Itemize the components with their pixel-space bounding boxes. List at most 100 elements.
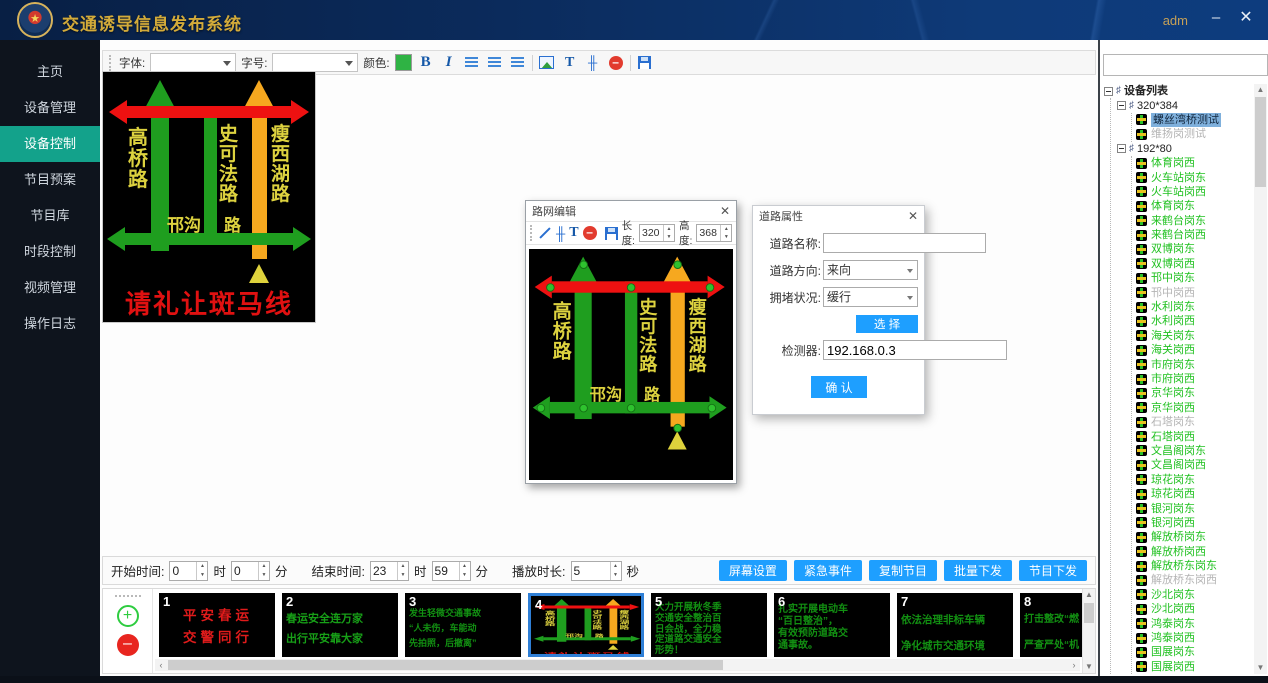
tree-device-琼花岗东[interactable]: 琼花岗东 bbox=[1136, 473, 1252, 487]
road-button[interactable]: ╫ bbox=[556, 224, 565, 242]
node-handle[interactable] bbox=[579, 403, 588, 412]
sidebar-item-时段控制[interactable]: 时段控制 bbox=[0, 234, 100, 270]
up-arrow-icon[interactable]: ▲ bbox=[197, 562, 207, 571]
tree-device-石塔岗东[interactable]: 石塔岗东 bbox=[1136, 415, 1252, 429]
tree-device-邗中岗西[interactable]: 邗中岗西 bbox=[1136, 285, 1252, 299]
height-value[interactable]: 368 bbox=[697, 225, 720, 241]
playlist-item-4[interactable]: 4高 桥 路史 可 法 路瘦 西 湖 路邗沟路请礼让斑马线 bbox=[528, 593, 644, 657]
align-center-button[interactable] bbox=[486, 54, 504, 72]
scroll-down-icon[interactable]: ▼ bbox=[1083, 661, 1095, 673]
down-arrow-icon[interactable]: ▼ bbox=[721, 233, 731, 241]
action-button-屏幕设置[interactable]: 屏幕设置 bbox=[719, 560, 787, 581]
action-button-复制节目[interactable]: 复制节目 bbox=[869, 560, 937, 581]
tree-device-解放桥岗东[interactable]: 解放桥岗东 bbox=[1136, 530, 1252, 544]
size-select[interactable] bbox=[272, 53, 358, 72]
save-button[interactable] bbox=[605, 224, 618, 242]
sidebar-item-操作日志[interactable]: 操作日志 bbox=[0, 306, 100, 342]
toolbar-grip[interactable] bbox=[115, 595, 141, 597]
playlist-item-1[interactable]: 1平安春运交警同行 bbox=[159, 593, 275, 657]
end-minute-stepper[interactable]: 59▲▼ bbox=[432, 561, 471, 581]
tree-device-京华岗西[interactable]: 京华岗西 bbox=[1136, 401, 1252, 415]
tree-device-解放桥东岗东[interactable]: 解放桥东岗东 bbox=[1136, 559, 1252, 573]
tree-device-市府岗东[interactable]: 市府岗东 bbox=[1136, 357, 1252, 371]
editor-canvas[interactable]: 高 桥 路史 可 法 路瘦 西 湖 路邗沟路 bbox=[529, 249, 733, 480]
sidebar-item-设备控制[interactable]: 设备控制 bbox=[0, 126, 100, 162]
down-arrow-icon[interactable]: ▼ bbox=[611, 571, 621, 580]
stepper-arrows[interactable]: ▲▼ bbox=[610, 562, 621, 580]
tree-group-320*384[interactable]: ♯320*384 bbox=[1117, 98, 1252, 112]
start-hour-value[interactable]: 0 bbox=[170, 562, 196, 580]
node-handle[interactable] bbox=[546, 283, 555, 292]
insert-text-button[interactable]: T bbox=[561, 54, 579, 72]
playlist-item-6[interactable]: 6扎实开展电动车“百日整治”，有效预防道路交通事故。 bbox=[774, 593, 890, 657]
playlist-item-5[interactable]: 5大力开展秋冬季交通安全整治百日会战，全力稳定道路交通安全形势！ bbox=[651, 593, 767, 657]
playlist-item-2[interactable]: 2春运安全连万家出行平安靠大家 bbox=[282, 593, 398, 657]
start-hour-stepper[interactable]: 0▲▼ bbox=[169, 561, 208, 581]
toolbar-grip[interactable] bbox=[530, 225, 532, 241]
sidebar-item-主页[interactable]: 主页 bbox=[0, 54, 100, 90]
tree-device-邗中岗东[interactable]: 邗中岗东 bbox=[1136, 271, 1252, 285]
tree-device-琼花岗西[interactable]: 琼花岗西 bbox=[1136, 487, 1252, 501]
tree-device-银河岗西[interactable]: 银河岗西 bbox=[1136, 516, 1252, 530]
action-button-批量下发[interactable]: 批量下发 bbox=[944, 560, 1012, 581]
vertical-scrollbar[interactable]: ▲ ▼ bbox=[1082, 589, 1095, 673]
tree-device-火车站岗东[interactable]: 火车站岗东 bbox=[1136, 170, 1252, 184]
select-button[interactable]: 选 择 bbox=[856, 315, 918, 333]
minimize-icon[interactable]: – bbox=[1206, 8, 1226, 28]
tree-device-沙北岗西[interactable]: 沙北岗西 bbox=[1136, 602, 1252, 616]
stepper-arrows[interactable]: ▲▼ bbox=[459, 562, 470, 580]
align-right-button[interactable] bbox=[509, 54, 527, 72]
scrollbar-thumb[interactable] bbox=[168, 660, 723, 670]
stepper-arrows[interactable]: ▲▼ bbox=[258, 562, 269, 580]
toolbar-grip[interactable] bbox=[109, 55, 112, 71]
scrollbar-thumb[interactable] bbox=[1255, 97, 1266, 187]
tree-device-海关岗西[interactable]: 海关岗西 bbox=[1136, 343, 1252, 357]
text-button[interactable]: T bbox=[569, 224, 578, 242]
node-handle[interactable] bbox=[707, 403, 716, 412]
start-minute-value[interactable]: 0 bbox=[232, 562, 258, 580]
up-arrow-icon[interactable]: ▲ bbox=[611, 562, 621, 571]
direction-select[interactable]: 来向 bbox=[823, 260, 918, 280]
tree-device-火车站岗西[interactable]: 火车站岗西 bbox=[1136, 185, 1252, 199]
stepper-arrows[interactable]: ▲▼ bbox=[196, 562, 207, 580]
tree-device-体育岗西[interactable]: 体育岗西 bbox=[1136, 156, 1252, 170]
node-handle[interactable] bbox=[673, 260, 682, 269]
node-handle[interactable] bbox=[626, 403, 635, 412]
tree-group-192*80[interactable]: ♯192*80 bbox=[1117, 142, 1252, 156]
tree-device-京华岗东[interactable]: 京华岗东 bbox=[1136, 386, 1252, 400]
horizontal-scrollbar[interactable]: ‹ › bbox=[155, 659, 1080, 671]
tree-device-来鹤台岗东[interactable]: 来鹤台岗东 bbox=[1136, 214, 1252, 228]
insert-image-button[interactable] bbox=[538, 54, 556, 72]
scroll-right-icon[interactable]: › bbox=[1068, 659, 1080, 671]
save-button[interactable] bbox=[636, 54, 654, 72]
tree-device-双博岗西[interactable]: 双博岗西 bbox=[1136, 257, 1252, 271]
congestion-select[interactable]: 缓行 bbox=[823, 287, 918, 307]
playlist-item-7[interactable]: 7依法治理非标车辆净化城市交通环境 bbox=[897, 593, 1013, 657]
dialog-titlebar[interactable]: 道路属性 ✕ bbox=[753, 206, 924, 226]
stepper-arrows[interactable]: ▲▼ bbox=[663, 225, 674, 241]
device-search-input[interactable] bbox=[1103, 54, 1268, 76]
collapse-icon[interactable] bbox=[1117, 144, 1126, 153]
down-arrow-icon[interactable]: ▼ bbox=[259, 571, 269, 580]
node-handle[interactable] bbox=[579, 260, 588, 269]
playlist-item-8[interactable]: 8打击整改“燃严查严处“机 bbox=[1020, 593, 1082, 657]
tree-device-双博岗东[interactable]: 双博岗东 bbox=[1136, 242, 1252, 256]
node-handle[interactable] bbox=[536, 403, 545, 412]
down-arrow-icon[interactable]: ▼ bbox=[460, 571, 470, 580]
close-icon[interactable]: ✕ bbox=[908, 209, 918, 223]
down-arrow-icon[interactable]: ▼ bbox=[664, 233, 674, 241]
current-user[interactable]: adm bbox=[1163, 13, 1188, 28]
color-swatch[interactable] bbox=[395, 54, 412, 71]
duration-value[interactable]: 5 bbox=[572, 562, 610, 580]
font-select[interactable] bbox=[150, 53, 236, 72]
road-name-input[interactable] bbox=[823, 233, 986, 253]
tree-device-石塔岗西[interactable]: 石塔岗西 bbox=[1136, 429, 1252, 443]
up-arrow-icon[interactable]: ▲ bbox=[398, 562, 408, 571]
sidebar-item-设备管理[interactable]: 设备管理 bbox=[0, 90, 100, 126]
italic-button[interactable]: I bbox=[440, 54, 458, 72]
delete-button[interactable]: – bbox=[583, 224, 597, 242]
road-network-button[interactable]: ╫ bbox=[584, 54, 602, 72]
node-handle[interactable] bbox=[673, 423, 682, 432]
bold-button[interactable]: B bbox=[417, 54, 435, 72]
sidebar-item-视频管理[interactable]: 视频管理 bbox=[0, 270, 100, 306]
